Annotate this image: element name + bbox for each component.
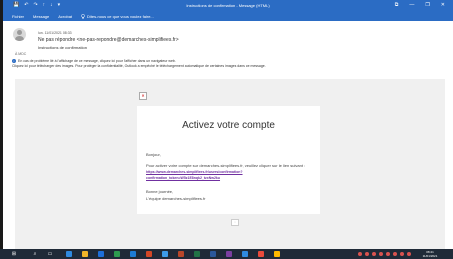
ribbon-display-options-icon[interactable]: ⧉ [395,2,399,8]
email-card: Activez votre compte Bonjour, Pour activ… [137,106,320,214]
tab-message[interactable]: Message [33,14,49,19]
taskbar-app-icon[interactable] [242,251,248,257]
taskbar-app-icon[interactable] [258,251,264,257]
system-tray [358,252,411,256]
tray-icon[interactable] [358,252,362,256]
ribbon-tabs: Fichier Message Acrobat Dites-nous ce qu… [3,11,453,21]
email-greeting: Bonjour, [146,152,161,157]
clock-date: 11/01/2021 [422,254,438,258]
task-view-icon[interactable]: ▭ [47,251,53,257]
start-icon[interactable]: ⊞ [11,251,17,257]
email-heading: Activez votre compte [182,120,275,131]
tell-me-search[interactable]: Dites-nous ce que vous voulez faire... [81,14,154,19]
window-title: Instructions de confirmation - Message (… [186,3,270,8]
tray-icon[interactable] [379,252,383,256]
info-icon: i [12,59,16,63]
lightbulb-icon [81,14,85,19]
taskbar-app-icon[interactable] [82,251,88,257]
message-date: lun. 11/01/2021 08:33 [38,31,72,35]
tray-icon[interactable] [393,252,397,256]
tray-icon[interactable] [407,252,411,256]
taskbar-app-icon[interactable] [226,251,232,257]
info-line-browser[interactable]: En cas de problème lié à l'affichage de … [18,59,176,63]
close-icon[interactable]: ✕ [441,2,445,8]
message-subject: Instructions de confirmation [38,45,87,50]
taskbar-clock[interactable]: 08:41 11/01/2021 [415,250,445,258]
message-header: lun. 11/01/2021 08:33 Ne pas répondre <n… [3,21,453,79]
sender-address[interactable]: Ne pas répondre <ne-pas-repondre@demarch… [38,37,179,43]
confirmation-link-line1[interactable]: https://www.demarches-simplifiees.fr/use… [146,170,243,174]
taskbar-app-icon[interactable] [130,251,136,257]
taskbar-app-icon[interactable] [114,251,120,257]
sender-avatar [13,28,26,41]
tab-acrobat[interactable]: Acrobat [58,14,72,19]
search-icon[interactable]: ⌕ [32,251,38,257]
taskbar-app-icon[interactable] [274,251,280,257]
email-instructions: Pour activer votre compte sur demarches-… [146,163,306,168]
tab-file[interactable]: Fichier [12,14,24,19]
tray-icon[interactable] [372,252,376,256]
tray-icon[interactable] [400,252,404,256]
image-placeholder-icon[interactable]: ▫ [231,219,239,226]
outlook-message-window: 💾 ↶ ↷ ↑ ↓ ▾ Instructions de confirmation… [0,0,453,259]
taskbar-app-icon[interactable] [162,251,168,257]
taskbar-app-icon[interactable] [194,251,200,257]
recipient-line[interactable]: À MDC [15,52,26,56]
window-controls: ⧉ — ❐ ✕ [395,2,445,8]
tray-icon[interactable] [386,252,390,256]
email-closing: Bonne journée, [146,189,174,194]
taskbar-app-icon[interactable] [210,251,216,257]
info-line-images[interactable]: Cliquez ici pour télécharger des images.… [12,64,266,68]
taskbar-app-icon[interactable] [146,251,152,257]
taskbar-app-icon[interactable] [98,251,104,257]
taskbar: ⊞ ⌕ ▭ 08:41 11/01/2021 [0,249,453,259]
title-bar: 💾 ↶ ↷ ↑ ↓ ▾ Instructions de confirmation… [3,0,453,11]
email-signature: L'équipe demarches-simplifiees.fr [146,196,206,201]
restore-icon[interactable]: ❐ [425,2,429,8]
taskbar-app-icon[interactable] [66,251,72,257]
confirmation-link-line2[interactable]: confirmation_token=W5z1E8nqk2_tzxNw2ku [146,176,220,180]
tray-icon[interactable] [365,252,369,256]
minimize-icon[interactable]: — [409,2,414,8]
message-body: ✕ Activez votre compte Bonjour, Pour act… [15,79,445,249]
taskbar-app-icon[interactable] [178,251,184,257]
broken-image-icon[interactable]: ✕ [139,92,147,100]
info-bar[interactable]: i En cas de problème lié à l'affichage de… [12,59,266,69]
tell-me-text: Dites-nous ce que vous voulez faire... [87,14,154,19]
